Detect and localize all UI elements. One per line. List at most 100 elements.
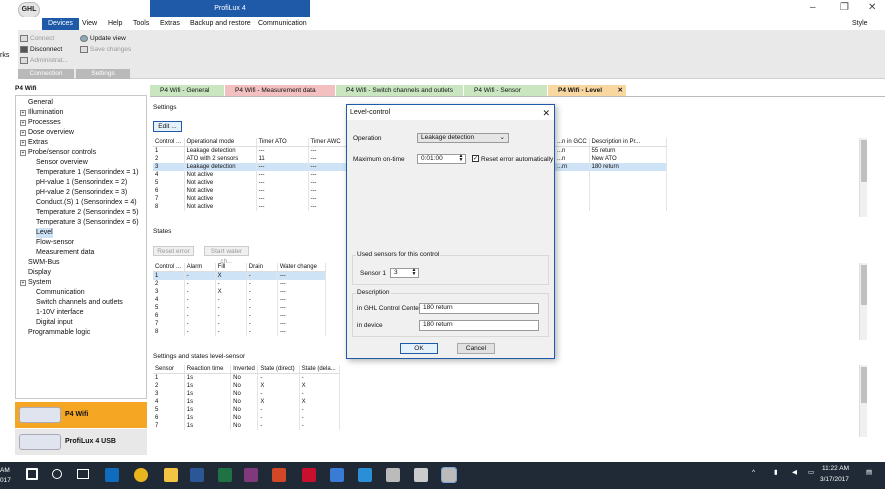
table-row[interactable]: 7- - - --- — [153, 320, 327, 328]
tree-item[interactable]: Switch channels and outlets — [36, 298, 123, 308]
table-row[interactable]: 2 ATO with 2 sensors 11 --- — [153, 155, 349, 163]
tree-item[interactable]: Flow-sensor — [36, 238, 74, 248]
powerpoint-icon[interactable] — [272, 468, 286, 482]
tab-0[interactable]: P4 Wifi - General — [150, 85, 224, 96]
tab-4[interactable]: P4 Wifi - Level ✕ — [548, 85, 626, 96]
onenote-icon[interactable] — [244, 468, 258, 482]
table-row[interactable]: 3 1s No - - — [153, 390, 341, 398]
tree-item[interactable]: Temperature 3 (Sensorindex = 6) — [36, 218, 139, 228]
edit-button[interactable]: Edit ... — [153, 121, 182, 132]
outlook-icon[interactable] — [105, 468, 119, 482]
table-row[interactable]: 3- X - --- — [153, 288, 327, 296]
column-header[interactable]: Alarm — [184, 263, 216, 272]
sensor1-field[interactable]: 3 ▲ ▼ — [390, 268, 419, 278]
table-row[interactable]: 5 1s No - - — [153, 406, 341, 414]
tree-item[interactable]: Communication — [36, 288, 85, 298]
volume-icon[interactable]: ◀ — [792, 468, 797, 476]
tree-item[interactable]: Sensor overview — [36, 158, 88, 168]
table-row[interactable]: 7 1s No - - — [153, 422, 341, 430]
tree-item[interactable]: + System — [20, 278, 51, 288]
windows-start-icon[interactable] — [26, 468, 38, 480]
app-q-icon[interactable] — [302, 468, 316, 482]
spinner-arrows-icon[interactable]: ▲ ▼ — [411, 268, 417, 277]
close-icon[interactable]: ✕ — [868, 2, 876, 13]
expand-icon[interactable]: + — [20, 150, 26, 156]
reset-error-button[interactable]: Reset error — [153, 246, 194, 256]
menu-devices[interactable]: Devices — [42, 18, 79, 30]
reset-auto-checkbox[interactable]: ✓ — [472, 155, 479, 162]
table-row[interactable]: 1 1s No - - — [153, 373, 341, 382]
update-view-button[interactable]: Update view — [78, 33, 126, 44]
table-row[interactable]: 2- - - --- — [153, 280, 327, 288]
expand-icon[interactable]: + — [20, 110, 26, 116]
tree-item[interactable]: + Processes — [20, 118, 61, 128]
column-header[interactable]: State (dela... — [299, 365, 341, 374]
menu-backup-restore[interactable]: Backup and restore — [186, 18, 255, 30]
table-row[interactable]: 4- - - --- — [153, 296, 327, 304]
chrome-icon[interactable] — [134, 468, 148, 482]
table-row[interactable]: 4 Not active --- --- — [153, 171, 349, 179]
table-row[interactable]: 2 1s No X X — [153, 382, 341, 390]
table-row[interactable]: 4 1s No X X — [153, 398, 341, 406]
column-header[interactable]: Water change — [277, 263, 327, 272]
settings-scrollbar[interactable] — [859, 138, 867, 217]
menu-tools[interactable]: Tools — [129, 18, 153, 30]
device-profilux-4-usb[interactable]: ProfiLux 4 USB — [15, 429, 147, 455]
word-icon[interactable] — [190, 468, 204, 482]
states-scrollbar[interactable] — [859, 263, 867, 340]
table-row[interactable]: 8 Not active --- --- — [153, 203, 349, 211]
table-row[interactable]: 5- - - --- — [153, 304, 327, 312]
tree-item[interactable]: Level — [36, 228, 53, 238]
table-row[interactable]: ...n 55 return — [555, 146, 667, 155]
scroll-thumb[interactable] — [861, 140, 867, 182]
spinner-arrows-icon[interactable]: ▲ ▼ — [458, 154, 464, 163]
device-description-field[interactable]: 180 return — [419, 320, 539, 331]
column-header[interactable]: Reaction time — [184, 365, 232, 374]
disconnect-button[interactable]: Disconnect — [18, 44, 62, 55]
table-row[interactable]: 5 Not active --- --- — [153, 179, 349, 187]
table-row[interactable] — [555, 171, 667, 179]
excel-icon[interactable] — [218, 468, 232, 482]
tree-item[interactable]: Conduct.(S) 1 (Sensorindex = 4) — [36, 198, 137, 208]
tree-item[interactable]: pH-value 2 (Sensorindex = 3) — [36, 188, 127, 198]
column-header[interactable]: Operational mode — [184, 138, 257, 147]
connect-button[interactable]: Connect — [18, 33, 54, 44]
column-header[interactable]: Description in Pr... — [589, 138, 667, 147]
expand-icon[interactable]: + — [20, 130, 26, 136]
dialog-close-icon[interactable]: ✕ — [542, 106, 550, 121]
tree-item[interactable]: Temperature 2 (Sensorindex = 5) — [36, 208, 139, 218]
tab-1[interactable]: P4 Wifi - Measurement data — [225, 85, 335, 96]
ghl-taskbar-icon[interactable] — [386, 468, 400, 482]
table-row[interactable]: 6- - - --- — [153, 312, 327, 320]
column-header[interactable]: Sensor — [153, 365, 185, 374]
column-header[interactable]: Inverted — [230, 365, 259, 374]
menu-view[interactable]: View — [78, 18, 101, 30]
gcc-description-field[interactable]: 180 return — [419, 303, 539, 314]
network-icon[interactable]: ▮ — [774, 468, 778, 476]
table-row[interactable]: 8- - - --- — [153, 328, 327, 336]
ghl-active-taskbar-icon[interactable] — [441, 467, 457, 483]
keyboard-icon[interactable]: ▭ — [808, 468, 814, 476]
action-center-icon[interactable]: ▤ — [866, 468, 872, 476]
table-row[interactable]: 3 Leakage detection --- --- — [153, 163, 349, 171]
tree-item[interactable]: Programmable logic — [20, 328, 90, 338]
tree-item[interactable]: 1-10V interface — [36, 308, 83, 318]
tree-item[interactable]: Digital input — [36, 318, 73, 328]
expand-icon[interactable]: + — [20, 280, 26, 286]
ghl-logo[interactable]: GHL — [18, 2, 40, 18]
table-row[interactable]: ...rn 180 return — [555, 163, 667, 171]
clock-time[interactable]: 11:22 AM — [822, 465, 849, 472]
tree-item[interactable]: Display — [20, 268, 51, 278]
table-row[interactable] — [555, 179, 667, 187]
column-header[interactable]: Drain — [246, 263, 278, 272]
menu-extras[interactable]: Extras — [156, 18, 184, 30]
column-header[interactable]: Timer ATO — [256, 138, 309, 147]
minimize-icon[interactable]: – — [810, 2, 816, 13]
expand-icon[interactable]: + — [20, 120, 26, 126]
tree-item[interactable]: + Dose overview — [20, 128, 74, 138]
column-header[interactable]: Timer AWC — [308, 138, 349, 147]
column-header[interactable]: Control ... — [153, 138, 185, 147]
tab-2[interactable]: P4 Wifi - Switch channels and outlets — [336, 85, 463, 96]
column-header[interactable]: State (direct) — [257, 365, 300, 374]
cancel-button[interactable]: Cancel — [457, 343, 495, 354]
